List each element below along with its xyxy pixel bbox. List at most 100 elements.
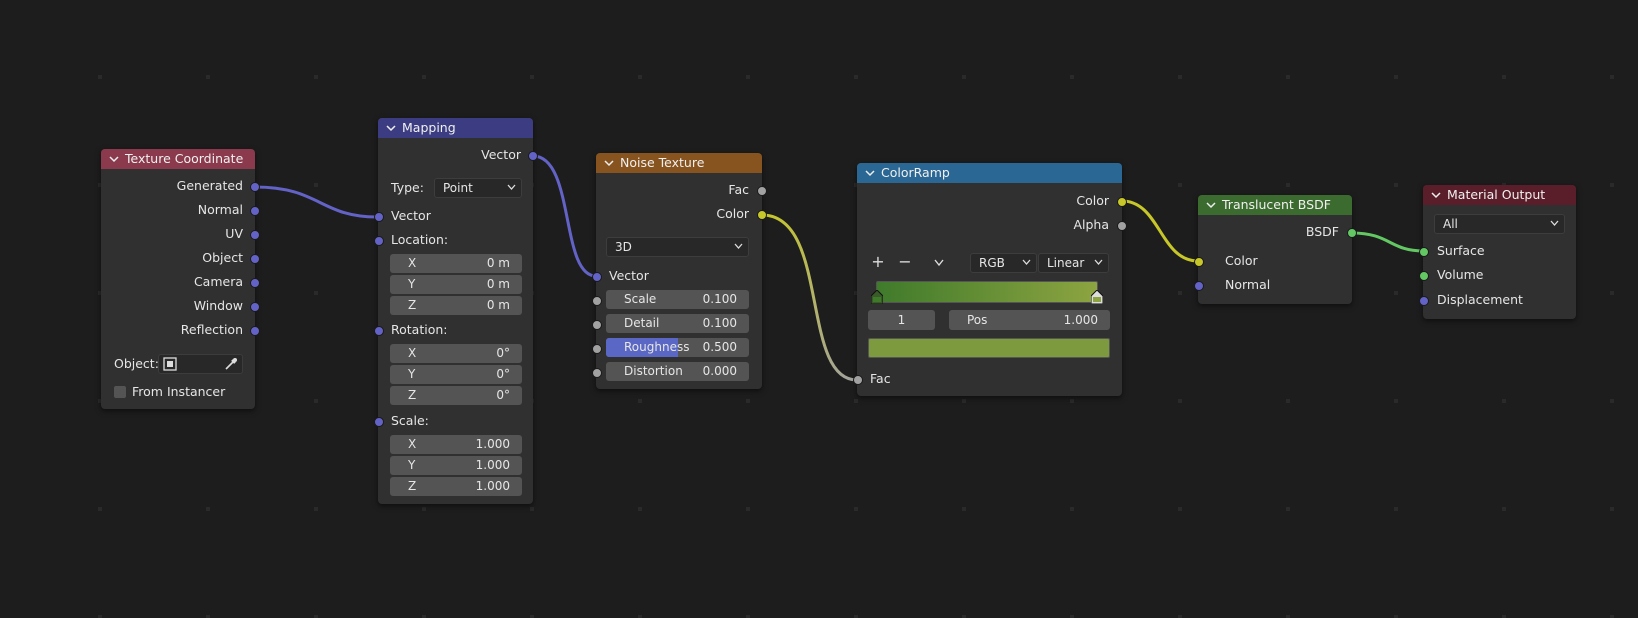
dimension-dropdown[interactable]: 3D bbox=[606, 237, 749, 257]
scale-x-field[interactable]: X 1.000 bbox=[390, 435, 522, 454]
field-value: 0° bbox=[496, 388, 510, 402]
object-picker[interactable] bbox=[158, 354, 243, 374]
input-displacement: Displacement bbox=[1437, 290, 1523, 310]
remove-stop-button[interactable]: − bbox=[896, 253, 914, 271]
color-mode-value: RGB bbox=[979, 256, 1005, 270]
interpolation-dropdown[interactable]: Linear bbox=[1038, 253, 1109, 273]
socket-input-vector[interactable] bbox=[374, 212, 384, 222]
mapping-header[interactable]: Mapping bbox=[378, 118, 533, 138]
socket-input-vector[interactable] bbox=[592, 272, 602, 282]
mapping-node[interactable]: Mapping Vector Type: Point Vector Locati… bbox=[374, 118, 538, 504]
socket-displacement[interactable] bbox=[1419, 296, 1429, 306]
translucent-bsdf-header[interactable]: Translucent BSDF bbox=[1198, 195, 1352, 215]
chevron-down-icon[interactable] bbox=[604, 158, 614, 168]
socket-scale[interactable] bbox=[592, 296, 602, 306]
interpolation-value: Linear bbox=[1047, 256, 1085, 270]
chevron-down-icon[interactable] bbox=[865, 168, 875, 178]
noise-texture-node[interactable]: Noise Texture Fac Color 3D Vector Scale 0… bbox=[592, 153, 767, 389]
grid-dot bbox=[422, 75, 426, 79]
texture-coordinate-header[interactable]: Texture Coordinate bbox=[101, 149, 255, 169]
socket-bsdf[interactable] bbox=[1347, 228, 1357, 238]
ramp-stop-left[interactable] bbox=[871, 290, 883, 304]
location-x-field[interactable]: X 0 m bbox=[390, 254, 522, 273]
rotation-y-field[interactable]: Y 0° bbox=[390, 365, 522, 384]
scale-z-field[interactable]: Z 1.000 bbox=[390, 477, 522, 496]
socket-object[interactable] bbox=[250, 254, 260, 264]
input-vector: Vector bbox=[391, 206, 431, 226]
eyedropper-icon[interactable] bbox=[224, 357, 238, 376]
field-label: Scale bbox=[624, 292, 657, 306]
location-y-field[interactable]: Y 0 m bbox=[390, 275, 522, 294]
detail-field[interactable]: Detail 0.100 bbox=[606, 314, 749, 333]
colorramp-node[interactable]: ColorRamp Color Alpha + − RGB Linear 1 P… bbox=[853, 163, 1127, 396]
socket-label: Surface bbox=[1437, 243, 1485, 258]
socket-scale[interactable] bbox=[374, 417, 384, 427]
material-output-header[interactable]: Material Output bbox=[1423, 185, 1576, 205]
grid-dot bbox=[98, 507, 102, 511]
socket-reflection[interactable] bbox=[250, 326, 260, 336]
socket-alpha[interactable] bbox=[1117, 221, 1127, 231]
grid-dot bbox=[314, 183, 318, 187]
socket-input-normal[interactable] bbox=[1194, 281, 1204, 291]
target-dropdown[interactable]: All bbox=[1434, 214, 1565, 234]
ramp-menu-button[interactable] bbox=[930, 253, 948, 271]
socket-camera[interactable] bbox=[250, 278, 260, 288]
socket-location[interactable] bbox=[374, 236, 384, 246]
rotation-z-field[interactable]: Z 0° bbox=[390, 386, 522, 405]
chevron-down-icon[interactable] bbox=[386, 123, 396, 133]
active-stop-index[interactable]: 1 bbox=[868, 310, 935, 330]
grid-dot bbox=[638, 507, 642, 511]
ramp-stop-right[interactable] bbox=[1091, 290, 1103, 304]
chevron-down-icon[interactable] bbox=[109, 154, 119, 164]
stop-position-field[interactable]: Pos 1.000 bbox=[949, 310, 1110, 330]
socket-input-color[interactable] bbox=[1194, 257, 1204, 267]
scale-y-field[interactable]: Y 1.000 bbox=[390, 456, 522, 475]
socket-label: Fac bbox=[728, 182, 749, 197]
dimension-value: 3D bbox=[615, 240, 632, 254]
color-mode-dropdown[interactable]: RGB bbox=[970, 253, 1037, 273]
scale-field[interactable]: Scale 0.100 bbox=[606, 290, 749, 309]
socket-uv[interactable] bbox=[250, 230, 260, 240]
socket-rotation[interactable] bbox=[374, 326, 384, 336]
add-stop-button[interactable]: + bbox=[869, 253, 887, 271]
socket-output-vector[interactable] bbox=[528, 151, 538, 161]
socket-label: Alpha bbox=[1073, 217, 1109, 232]
noise-texture-header[interactable]: Noise Texture bbox=[596, 153, 762, 173]
grid-dot bbox=[1394, 183, 1398, 187]
socket-normal[interactable] bbox=[250, 206, 260, 216]
color-ramp-bar[interactable] bbox=[876, 281, 1098, 303]
socket-distortion[interactable] bbox=[592, 368, 602, 378]
chevron-down-icon[interactable] bbox=[1431, 190, 1441, 200]
socket-label: Normal bbox=[1225, 277, 1271, 292]
output-uv: UV bbox=[225, 224, 243, 244]
socket-window[interactable] bbox=[250, 302, 260, 312]
roughness-field[interactable]: Roughness 0.500 bbox=[606, 338, 749, 357]
socket-generated[interactable] bbox=[250, 182, 260, 192]
type-dropdown[interactable]: Point bbox=[434, 178, 522, 198]
socket-roughness[interactable] bbox=[592, 344, 602, 354]
chevron-down-icon[interactable] bbox=[1206, 200, 1216, 210]
rotation-x-field[interactable]: X 0° bbox=[390, 344, 522, 363]
socket-label: Rotation: bbox=[391, 322, 448, 337]
texture-coordinate-node[interactable]: Texture Coordinate Generated Normal UV O… bbox=[101, 149, 260, 409]
chevron-down-icon bbox=[734, 243, 743, 249]
material-output-node[interactable]: Material Output All Surface Volume Displ… bbox=[1419, 185, 1576, 319]
grid-dot bbox=[1286, 507, 1290, 511]
socket-fac[interactable] bbox=[853, 375, 863, 385]
grid-dot bbox=[314, 507, 318, 511]
socket-surface[interactable] bbox=[1419, 247, 1429, 257]
socket-detail[interactable] bbox=[592, 320, 602, 330]
field-value: 0° bbox=[496, 367, 510, 381]
socket-volume[interactable] bbox=[1419, 271, 1429, 281]
location-z-field[interactable]: Z 0 m bbox=[390, 296, 522, 315]
from-instancer-checkbox[interactable] bbox=[114, 386, 126, 398]
socket-fac[interactable] bbox=[757, 186, 767, 196]
socket-color[interactable] bbox=[757, 210, 767, 220]
distortion-field[interactable]: Distortion 0.000 bbox=[606, 362, 749, 381]
grid-dot bbox=[1286, 183, 1290, 187]
socket-color[interactable] bbox=[1117, 197, 1127, 207]
colorramp-header[interactable]: ColorRamp bbox=[857, 163, 1122, 183]
translucent-bsdf-node[interactable]: Translucent BSDF BSDF Color Normal bbox=[1194, 195, 1357, 304]
node-title: Texture Coordinate bbox=[125, 151, 244, 166]
stop-color-swatch[interactable] bbox=[868, 338, 1110, 358]
